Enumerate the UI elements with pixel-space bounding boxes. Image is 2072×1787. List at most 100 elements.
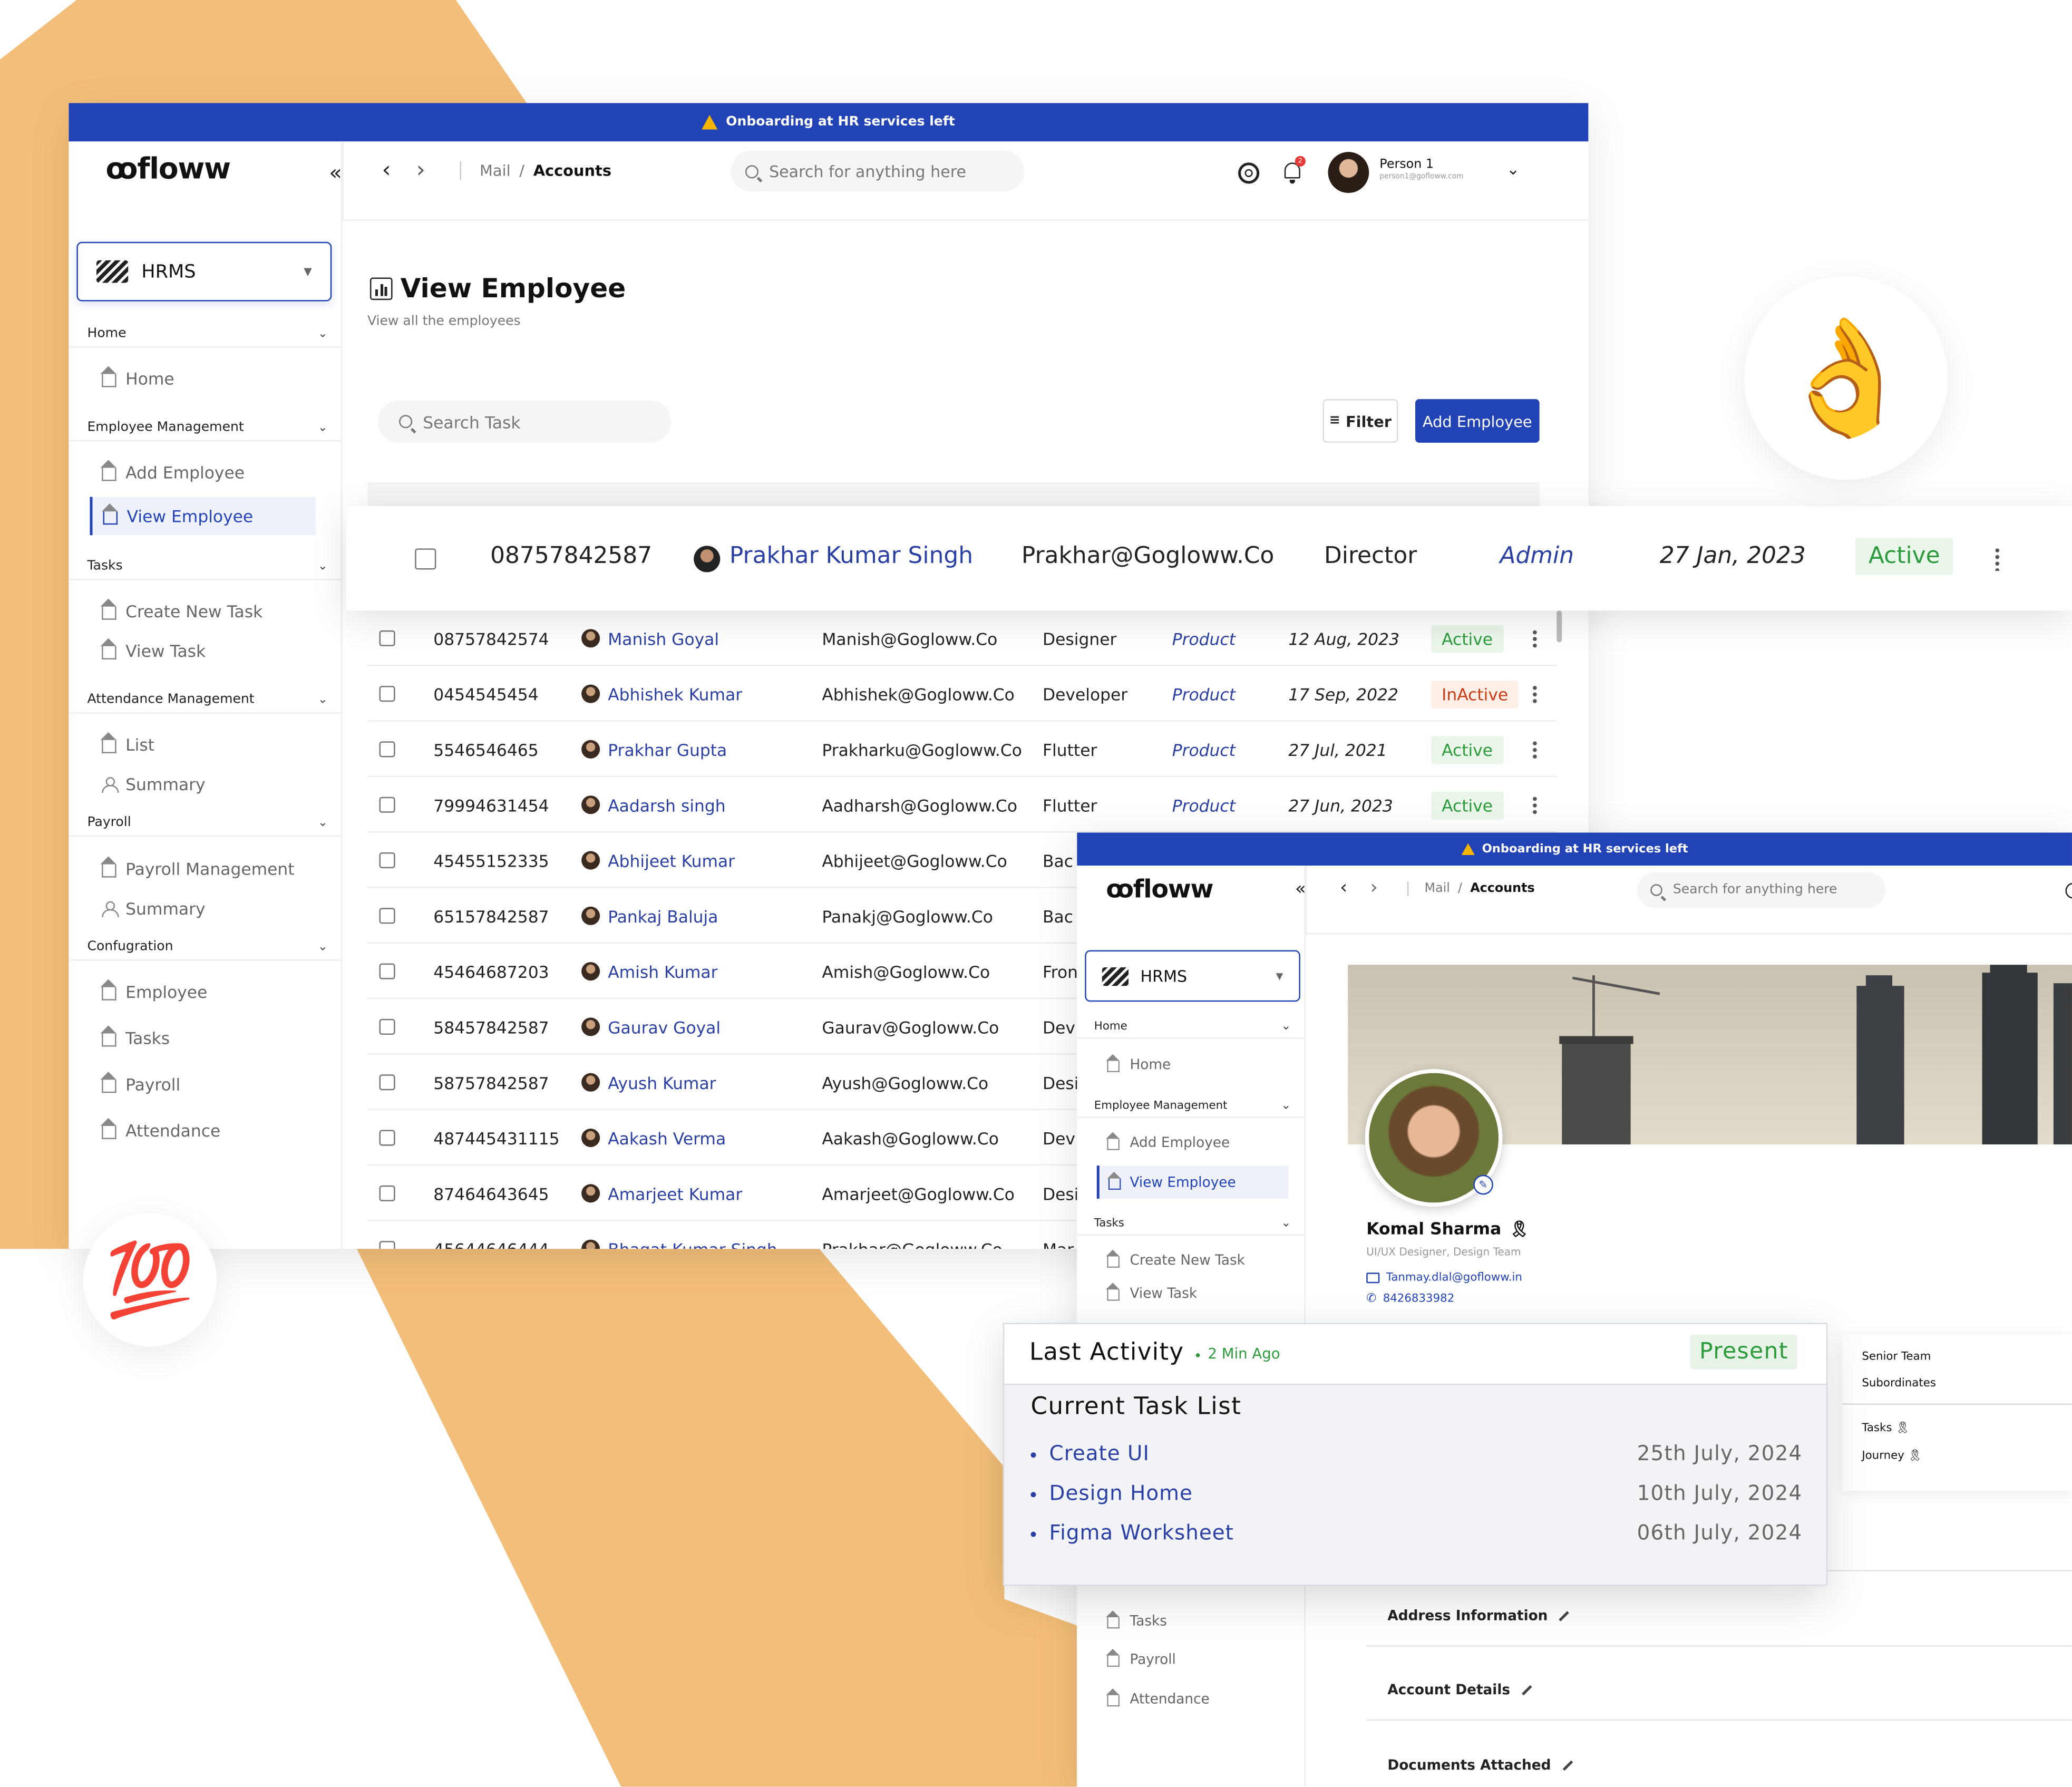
row-checkbox[interactable]	[379, 1130, 395, 1146]
forward-arrow-icon[interactable]: ›	[416, 157, 425, 183]
employee-name[interactable]: Manish Goyal	[608, 628, 719, 648]
employee-name[interactable]: Abhijeet Kumar	[608, 850, 735, 870]
documents-attached-section[interactable]: Documents Attached	[1366, 1735, 2072, 1787]
row-checkbox[interactable]	[379, 1185, 395, 1201]
journey-link[interactable]: Journey 🎗	[1862, 1450, 1922, 1463]
sidebar-section-home[interactable]: Home ⌄	[1077, 1015, 1305, 1039]
sidebar-item-config-tasks[interactable]: Tasks	[100, 1025, 170, 1048]
employee-name[interactable]: Gaurav Goyal	[608, 1017, 721, 1037]
employee-name[interactable]: Abhishek Kumar	[608, 684, 742, 704]
task-item[interactable]: Create UI 25th July, 2024	[1030, 1442, 1802, 1465]
sidebar-section-home[interactable]: Home ⌄	[69, 321, 341, 348]
row-checkbox[interactable]	[379, 686, 395, 702]
row-checkbox[interactable]	[379, 963, 395, 979]
notification-bell-icon[interactable]: 2	[1282, 156, 1306, 184]
user-avatar[interactable]	[1328, 152, 1369, 193]
sidebar-section-employee-management[interactable]: Employee Management ⌄	[69, 415, 341, 442]
row-checkbox[interactable]	[379, 1074, 395, 1091]
row-checkbox[interactable]	[379, 908, 395, 924]
row-checkbox[interactable]	[379, 741, 395, 757]
address-information-section[interactable]: Address Information	[1366, 1586, 2072, 1647]
breadcrumb-accounts[interactable]: Accounts	[1470, 881, 1535, 896]
global-search-input[interactable]: Search for anything here	[1637, 872, 1886, 908]
edit-pencil-icon[interactable]	[1562, 1760, 1573, 1771]
sidebar-item-view-employee[interactable]: View Employee	[90, 497, 316, 536]
row-checkbox[interactable]	[379, 630, 395, 646]
sidebar-item-create-task[interactable]: Create New Task	[100, 598, 262, 621]
add-employee-button[interactable]: Add Employee	[1415, 399, 1540, 443]
module-select[interactable]: HRMS ▼	[76, 241, 332, 302]
task-search-input[interactable]: Search Task	[378, 400, 672, 443]
sidebar-item-home[interactable]: Home	[1106, 1054, 1171, 1073]
sidebar-item-view-task[interactable]: View Task	[100, 638, 206, 661]
sidebar-item-list[interactable]: List	[100, 732, 154, 754]
sidebar-item-view-task[interactable]: View Task	[1106, 1283, 1197, 1302]
employee-name[interactable]: Prakhar Kumar Singh	[729, 543, 973, 569]
sidebar-section-payroll[interactable]: Payroll ⌄	[69, 810, 341, 837]
row-checkbox[interactable]	[379, 1018, 395, 1035]
help-lifebuoy-icon[interactable]	[1238, 162, 1260, 184]
subordinates-link[interactable]: Subordinates	[1862, 1377, 1936, 1390]
sidebar-item-config-attendance[interactable]: Attendance	[1106, 1688, 1210, 1707]
sidebar-item-home[interactable]: Home	[100, 366, 174, 389]
sidebar-item-payroll-summary[interactable]: Summary	[102, 899, 206, 918]
sidebar-item-payroll-management[interactable]: Payroll Management	[100, 856, 295, 879]
employee-name[interactable]: Pankaj Baluja	[608, 906, 718, 926]
back-arrow-icon[interactable]: ‹	[1340, 878, 1347, 899]
sidebar-section-employee-management[interactable]: Employee Management ⌄	[1077, 1094, 1305, 1118]
row-checkbox[interactable]	[379, 797, 395, 813]
sidebar-item-config-tasks[interactable]: Tasks	[1106, 1610, 1167, 1630]
sidebar-item-add-employee[interactable]: Add Employee	[1106, 1132, 1230, 1151]
breadcrumb-mail[interactable]: Mail	[1425, 881, 1450, 896]
global-search-input[interactable]: Search for anything here	[731, 150, 1024, 192]
employee-name[interactable]: Ayush Kumar	[608, 1072, 716, 1092]
employee-name[interactable]: Prakhar Gupta	[608, 740, 727, 760]
tasks-link[interactable]: Tasks 🎗	[1862, 1422, 1910, 1435]
user-menu-chevron-down-icon[interactable]: ⌄	[1506, 160, 1520, 178]
row-menu-icon[interactable]	[1533, 684, 1537, 703]
senior-team-link[interactable]: Senior Team	[1862, 1351, 1931, 1364]
sidebar-item-summary[interactable]: Summary	[102, 774, 206, 794]
edit-avatar-icon[interactable]: ✎	[1473, 1174, 1493, 1195]
module-select[interactable]: HRMS ▼	[1085, 950, 1300, 1002]
sidebar-item-config-employee[interactable]: Employee	[100, 979, 207, 1002]
row-menu-icon[interactable]	[1995, 547, 2000, 571]
employee-name[interactable]: Amarjeet Kumar	[608, 1183, 742, 1203]
row-checkbox[interactable]	[379, 852, 395, 869]
table-row[interactable]: 08757842574 Manish Goyal Manish@Gogloww.Co…	[367, 610, 1557, 666]
table-row[interactable]: 79994631454 Aadarsh singh Aadharsh@Gogloww…	[367, 777, 1557, 833]
employee-name[interactable]: Aadarsh singh	[608, 795, 725, 815]
row-menu-icon[interactable]	[1533, 629, 1537, 648]
account-details-section[interactable]: Account Details	[1366, 1660, 2072, 1721]
employee-name[interactable]: Bhagat Kumar Singh	[608, 1239, 777, 1249]
profile-email[interactable]: Tanmay.dlal@gofloww.in	[1366, 1271, 1522, 1285]
edit-pencil-icon[interactable]	[1521, 1684, 1532, 1695]
employee-name[interactable]: Amish Kumar	[608, 962, 717, 982]
sidebar-item-config-payroll[interactable]: Payroll	[1106, 1648, 1176, 1668]
table-row[interactable]: 0454545454 Abhishek Kumar Abhishek@Gogloww…	[367, 666, 1557, 722]
sidebar-section-tasks[interactable]: Tasks ⌄	[69, 553, 341, 580]
sidebar-item-create-task[interactable]: Create New Task	[1106, 1249, 1245, 1269]
sidebar-section-attendance[interactable]: Attendance Management ⌄	[69, 687, 341, 714]
filter-button[interactable]: ≡ Filter	[1322, 399, 1398, 443]
edit-pencil-icon[interactable]	[1559, 1610, 1570, 1621]
employee-name[interactable]: Aakash Verma	[608, 1128, 726, 1148]
row-menu-icon[interactable]	[1533, 795, 1537, 814]
sidebar-section-configuration[interactable]: Confugration ⌄	[69, 934, 341, 961]
breadcrumb-mail[interactable]: Mail	[480, 161, 511, 180]
back-arrow-icon[interactable]: ‹	[382, 157, 391, 183]
task-item[interactable]: Design Home 10th July, 2024	[1030, 1481, 1802, 1505]
sidebar-item-config-attendance[interactable]: Attendance	[100, 1118, 220, 1141]
profile-phone[interactable]: ✆ 8426833982	[1366, 1293, 1454, 1306]
row-checkbox[interactable]	[415, 548, 436, 570]
task-item[interactable]: Figma Worksheet 06th July, 2024	[1030, 1521, 1802, 1545]
sidebar-section-tasks[interactable]: Tasks ⌄	[1077, 1212, 1305, 1236]
table-row[interactable]: 5546546465 Prakhar Gupta Prakharku@Gogloww…	[367, 722, 1557, 778]
breadcrumb-accounts[interactable]: Accounts	[533, 161, 611, 180]
table-scrollbar[interactable]	[1557, 610, 1562, 643]
row-checkbox[interactable]	[379, 1241, 395, 1249]
highlighted-employee-row[interactable]: 08757842587 Prakhar Kumar Singh Prakhar@…	[346, 506, 2072, 611]
sidebar-item-view-employee[interactable]: View Employee	[1096, 1166, 1289, 1199]
sidebar-item-config-payroll[interactable]: Payroll	[100, 1072, 180, 1094]
forward-arrow-icon[interactable]: ›	[1370, 878, 1378, 899]
